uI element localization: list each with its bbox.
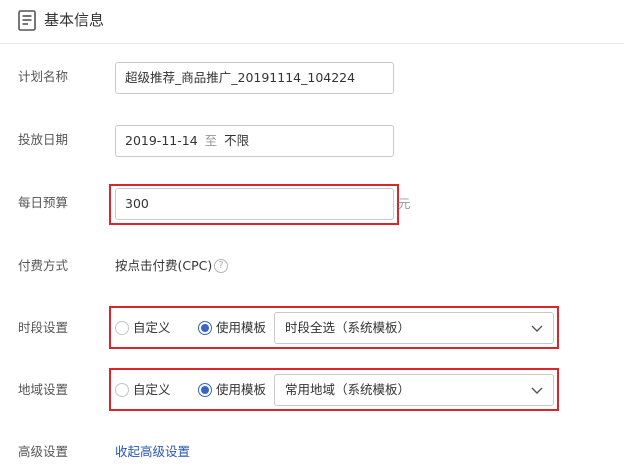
region-template-label[interactable]: 使用模板 bbox=[216, 381, 266, 399]
budget-unit: 元 bbox=[398, 196, 411, 211]
time-custom-label[interactable]: 自定义 bbox=[133, 319, 171, 337]
section-header: 基本信息 bbox=[0, 0, 624, 44]
payment-label: 付费方式 bbox=[18, 258, 69, 273]
time-custom-radio[interactable] bbox=[115, 321, 129, 335]
region-template-radio[interactable] bbox=[198, 383, 212, 397]
budget-label: 每日预算 bbox=[18, 195, 69, 210]
plan-name-label: 计划名称 bbox=[18, 69, 69, 84]
region-template-value: 常用地域（系统模板） bbox=[285, 382, 411, 397]
time-template-select[interactable]: 时段全选（系统模板） bbox=[274, 312, 554, 344]
region-template-select[interactable]: 常用地域（系统模板） bbox=[274, 374, 554, 406]
time-template-value: 时段全选（系统模板） bbox=[285, 320, 411, 335]
budget-value: 300 bbox=[125, 196, 149, 211]
chevron-down-icon bbox=[531, 387, 543, 394]
region-setting-label: 地域设置 bbox=[18, 382, 69, 397]
date-separator: 至 bbox=[204, 133, 218, 148]
region-custom-label[interactable]: 自定义 bbox=[133, 381, 171, 399]
time-setting-label: 时段设置 bbox=[18, 320, 69, 335]
payment-value: 按点击付费(CPC) bbox=[115, 258, 213, 273]
date-range-input[interactable]: 2019-11-14 至 不限 bbox=[115, 125, 394, 157]
budget-input[interactable]: 300 bbox=[115, 188, 394, 220]
plan-name-input[interactable]: 超级推荐_商品推广_20191114_104224 bbox=[115, 62, 394, 94]
advanced-label: 高级设置 bbox=[18, 444, 69, 459]
question-circle-icon[interactable]: ? bbox=[214, 259, 228, 273]
chevron-down-icon bbox=[531, 325, 543, 332]
region-custom-radio[interactable] bbox=[115, 383, 129, 397]
plan-name-value: 超级推荐_商品推广_20191114_104224 bbox=[125, 70, 356, 85]
date-end: 不限 bbox=[224, 133, 250, 148]
time-template-label[interactable]: 使用模板 bbox=[216, 319, 266, 337]
time-template-radio[interactable] bbox=[198, 321, 212, 335]
section-title: 基本信息 bbox=[44, 11, 105, 29]
date-start: 2019-11-14 bbox=[125, 133, 198, 148]
document-icon bbox=[18, 10, 36, 31]
date-label: 投放日期 bbox=[18, 132, 69, 147]
collapse-advanced-link[interactable]: 收起高级设置 bbox=[115, 443, 190, 461]
